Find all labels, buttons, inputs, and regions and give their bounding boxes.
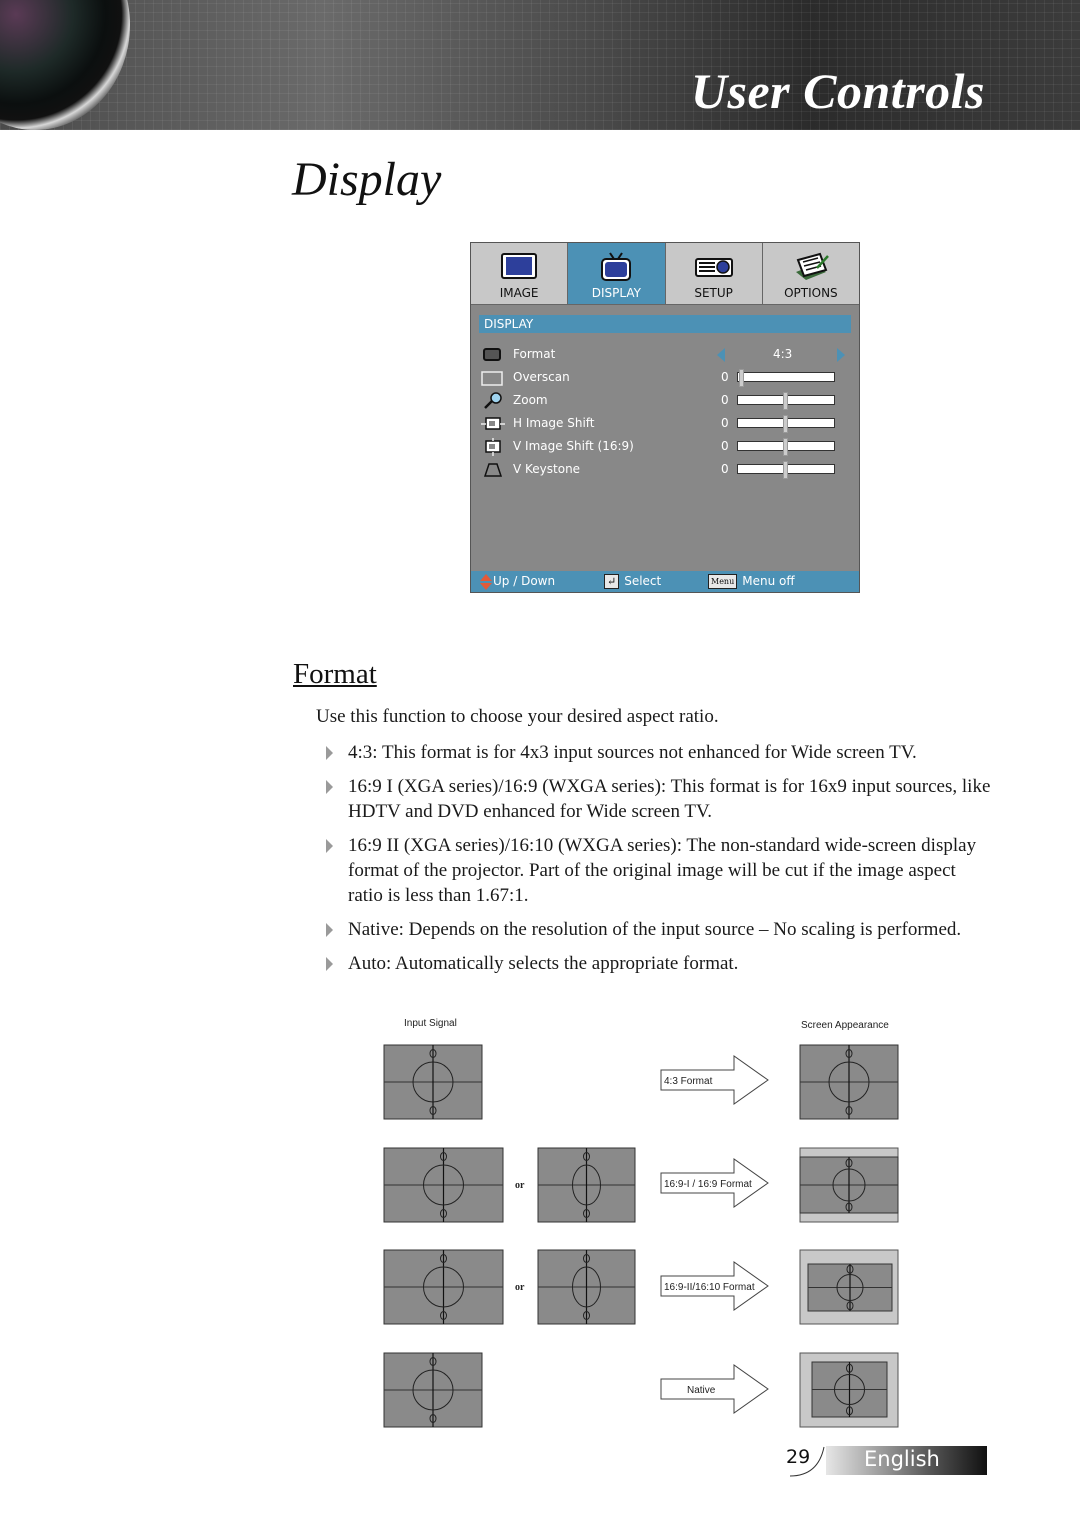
row-value: 0: [721, 370, 729, 384]
row-label: Format: [513, 347, 556, 361]
hint-select-label: Select: [624, 574, 662, 588]
slider-thumb[interactable]: [783, 415, 788, 433]
tab-image[interactable]: IMAGE: [471, 243, 569, 305]
monitor-icon: [501, 253, 538, 279]
row-label: V Image Shift (16:9): [513, 439, 634, 453]
osd-row-v-image-shift[interactable]: V Image Shift (16:9) 0: [481, 436, 851, 458]
bullet-text: Native: Depends on the resolution of the…: [348, 919, 962, 940]
keystone-icon: [483, 463, 503, 477]
osd-footer: Up / Down ↵ Select Menu Menu off: [471, 571, 859, 592]
tab-setup[interactable]: SETUP: [665, 243, 763, 305]
hint-updown-label: Up / Down: [493, 574, 556, 588]
bullet-text: 16:9 I (XGA series)/16:9 (WXGA series): …: [348, 776, 991, 822]
format-diagram: Input Signal Screen Appearance 4:3 Forma…: [380, 1010, 910, 1430]
hint-menu-label: Menu off: [742, 574, 795, 588]
hint-select: ↵ Select: [604, 571, 661, 592]
arrow-label: Native: [687, 1385, 716, 1396]
arrow-right-icon[interactable]: [837, 348, 845, 362]
bullet-list: 4:3: This format is for 4x3 input source…: [326, 740, 991, 985]
v-keystone-slider[interactable]: [737, 461, 835, 479]
bullet-triangle-icon: [326, 746, 333, 760]
arrow-label: 16:9-I / 16:9 Format: [664, 1179, 752, 1190]
bullet-item: Auto: Automatically selects the appropri…: [326, 951, 991, 976]
row-label: Overscan: [513, 370, 570, 384]
page-footer: 29 English: [786, 1444, 987, 1477]
osd-menu: IMAGE DISPLAY SETUP OPTIONS DISPLAY Form…: [470, 242, 860, 593]
v-shift-icon: [485, 438, 501, 456]
arrow-label: 4:3 Format: [664, 1076, 713, 1087]
bullet-item: 16:9 II (XGA series)/16:10 (WXGA series)…: [326, 833, 991, 908]
row-value: 0: [721, 439, 729, 453]
tab-label: OPTIONS: [784, 286, 838, 300]
osd-row-zoom[interactable]: Zoom 0: [481, 390, 851, 412]
tab-label: DISPLAY: [591, 286, 641, 300]
enter-key-icon: ↵: [604, 574, 620, 589]
bullet-text: 16:9 II (XGA series)/16:10 (WXGA series)…: [348, 835, 977, 906]
bullet-triangle-icon: [326, 839, 333, 853]
slider-thumb[interactable]: [783, 461, 788, 479]
osd-row-h-image-shift[interactable]: H Image Shift 0: [481, 413, 851, 435]
osd-row-overscan[interactable]: Overscan 0: [481, 367, 851, 389]
row-label: V Keystone: [513, 462, 581, 476]
hint-menu: Menu Menu off: [708, 571, 795, 592]
bullet-triangle-icon: [326, 923, 333, 937]
row-label: Zoom: [513, 393, 548, 407]
page-title: Display: [292, 153, 442, 206]
or-label: or: [515, 1282, 525, 1293]
bullet-item: 16:9 I (XGA series)/16:9 (WXGA series): …: [326, 774, 991, 824]
arrow-label: 16:9-II/16:10 Format: [664, 1282, 755, 1293]
format-icon: [483, 348, 501, 361]
row-value: 0: [721, 393, 729, 407]
notepad-icon: [795, 252, 829, 280]
projector-icon: [694, 258, 733, 277]
slider-thumb[interactable]: [783, 392, 788, 410]
up-down-arrow-icon: [480, 573, 492, 590]
h-image-shift-slider[interactable]: [737, 415, 835, 433]
language-label: English: [864, 1447, 940, 1471]
header-banner: User Controls: [0, 0, 1080, 130]
bullet-triangle-icon: [326, 957, 333, 971]
bullet-text: Auto: Automatically selects the appropri…: [348, 953, 739, 974]
tab-options[interactable]: OPTIONS: [762, 243, 859, 305]
slider-thumb[interactable]: [739, 369, 744, 387]
bullet-triangle-icon: [326, 780, 333, 794]
diagram-svg: 4:3 Format or 16:9-I / 16:9 Format or 16:9-I…: [383, 1044, 899, 1428]
tab-display[interactable]: DISPLAY: [568, 243, 666, 305]
format-value: 4:3: [773, 347, 793, 361]
osd-row-v-keystone[interactable]: V Keystone 0: [481, 459, 851, 481]
overscan-icon: [481, 371, 503, 386]
arrow-left-icon[interactable]: [717, 348, 725, 362]
hint-updown: Up / Down: [479, 571, 555, 592]
row-label: H Image Shift: [513, 416, 595, 430]
section-title: Format: [293, 658, 377, 690]
tv-icon: [601, 252, 632, 281]
bullet-text: 4:3: This format is for 4x3 input source…: [348, 742, 917, 763]
intro-text: Use this function to choose your desired…: [316, 706, 719, 727]
or-label: or: [515, 1180, 525, 1191]
row-value: 0: [721, 416, 729, 430]
bullet-item: 4:3: This format is for 4x3 input source…: [326, 740, 991, 765]
slider-thumb[interactable]: [783, 438, 788, 456]
magnifier-icon: [484, 392, 502, 409]
osd-tabs: IMAGE DISPLAY SETUP OPTIONS: [471, 243, 859, 305]
row-value: 0: [721, 462, 729, 476]
lens-graphic: [0, 0, 130, 130]
osd-row-format[interactable]: Format 4:3: [481, 344, 851, 366]
zoom-slider[interactable]: [737, 392, 835, 410]
bullet-item: Native: Depends on the resolution of the…: [326, 917, 991, 942]
v-image-shift-slider[interactable]: [737, 438, 835, 456]
menu-key-icon: Menu: [708, 574, 738, 589]
tab-label: IMAGE: [499, 286, 539, 300]
tab-label: SETUP: [694, 286, 733, 300]
h-shift-icon: [481, 417, 505, 430]
overscan-slider[interactable]: [737, 369, 835, 387]
osd-section-title: DISPLAY: [479, 315, 851, 333]
page-number: 29: [786, 1446, 811, 1468]
banner-title: User Controls: [690, 63, 985, 119]
